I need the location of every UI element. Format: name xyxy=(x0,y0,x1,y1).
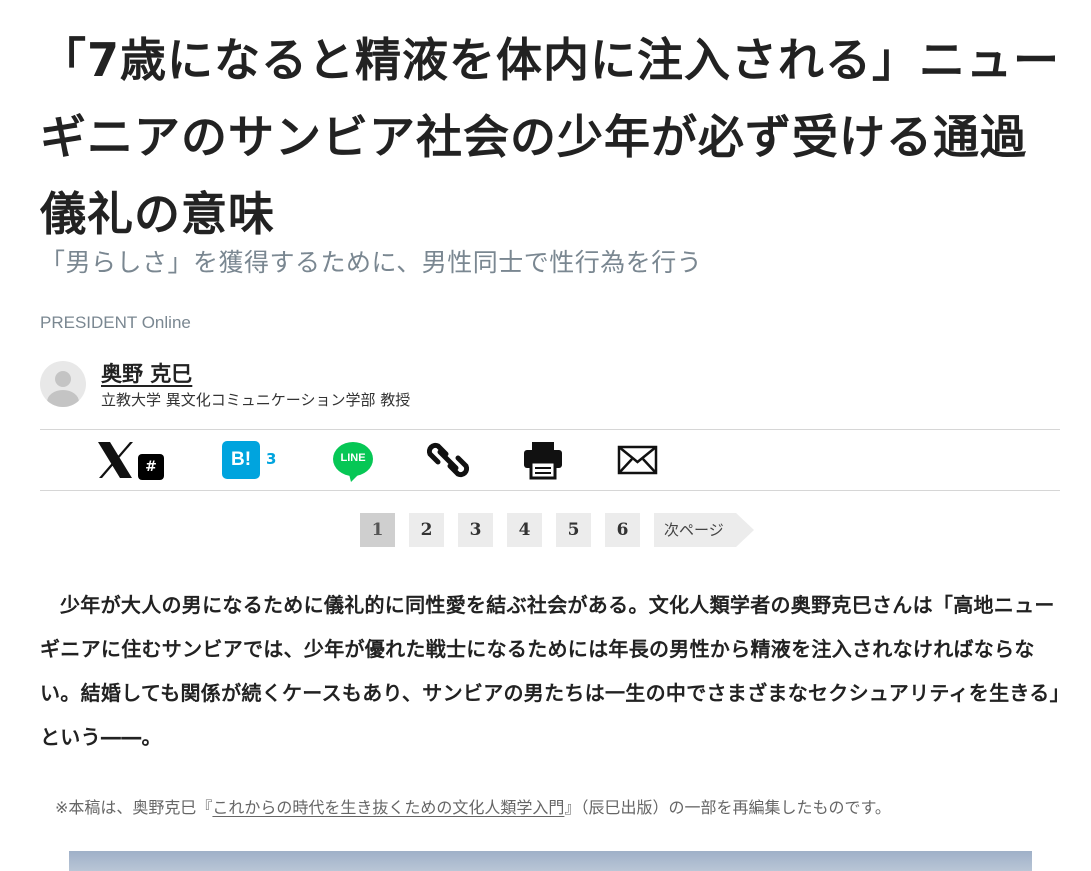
hatena-count: 3 xyxy=(266,450,277,468)
page-5[interactable]: 5 xyxy=(556,513,591,547)
copy-link-button[interactable] xyxy=(426,430,470,490)
next-page-button[interactable]: 次ページ xyxy=(654,513,754,547)
note-prefix: ※本稿は、奥野克巳『 xyxy=(55,798,213,817)
hatena-bookmark-icon: B! xyxy=(222,441,260,479)
line-label: LINE xyxy=(340,452,366,464)
page-6[interactable]: 6 xyxy=(605,513,640,547)
avatar[interactable] xyxy=(40,361,86,407)
page-1[interactable]: 1 xyxy=(360,513,395,547)
share-bar: # B! 3 LINE xyxy=(40,429,1060,491)
note-suffix: 』（辰巳出版）の一部を再編集したものです。 xyxy=(564,798,891,817)
link-icon xyxy=(426,442,470,478)
x-hashtag-label: # xyxy=(145,459,157,475)
mail-button[interactable] xyxy=(617,430,659,490)
share-x-button[interactable]: # xyxy=(96,430,168,490)
article-subtitle: 「男らしさ」を獲得するために、男性同士で性行為を行う xyxy=(40,248,703,277)
page-2[interactable]: 2 xyxy=(409,513,444,547)
hero-image xyxy=(69,851,1032,871)
page-4[interactable]: 4 xyxy=(507,513,542,547)
author-name-link[interactable]: 奥野 克巳 xyxy=(101,358,192,388)
hatena-label: B! xyxy=(230,449,252,470)
book-link[interactable]: これからの時代を生き抜くための文化人類学入門 xyxy=(212,798,564,817)
page-3[interactable]: 3 xyxy=(458,513,493,547)
author-title: 立教大学 異文化コミュニケーション学部 教授 xyxy=(101,391,411,409)
share-line-button[interactable]: LINE xyxy=(331,430,377,490)
source-note: ※本稿は、奥野克巳『これからの時代を生き抜くための文化人類学入門』（辰巳出版）の… xyxy=(55,794,891,818)
author-block: 奥野 克巳 立教大学 異文化コミュニケーション学部 教授 xyxy=(40,358,640,409)
share-hatena-button[interactable]: B! 3 xyxy=(222,430,292,490)
source-label: PRESIDENT Online xyxy=(40,313,191,332)
mail-icon xyxy=(617,445,658,475)
print-icon xyxy=(524,442,562,480)
lead-paragraph: 少年が大人の男になるために儀礼的に同性愛を結ぶ社会がある。文化人類学者の奥野克巳… xyxy=(40,593,1060,749)
article-title: 「7歳になると精液を体内に注入される」ニューギニアのサンビア社会の少年が必ず受け… xyxy=(40,33,1061,241)
print-button[interactable] xyxy=(521,430,565,490)
